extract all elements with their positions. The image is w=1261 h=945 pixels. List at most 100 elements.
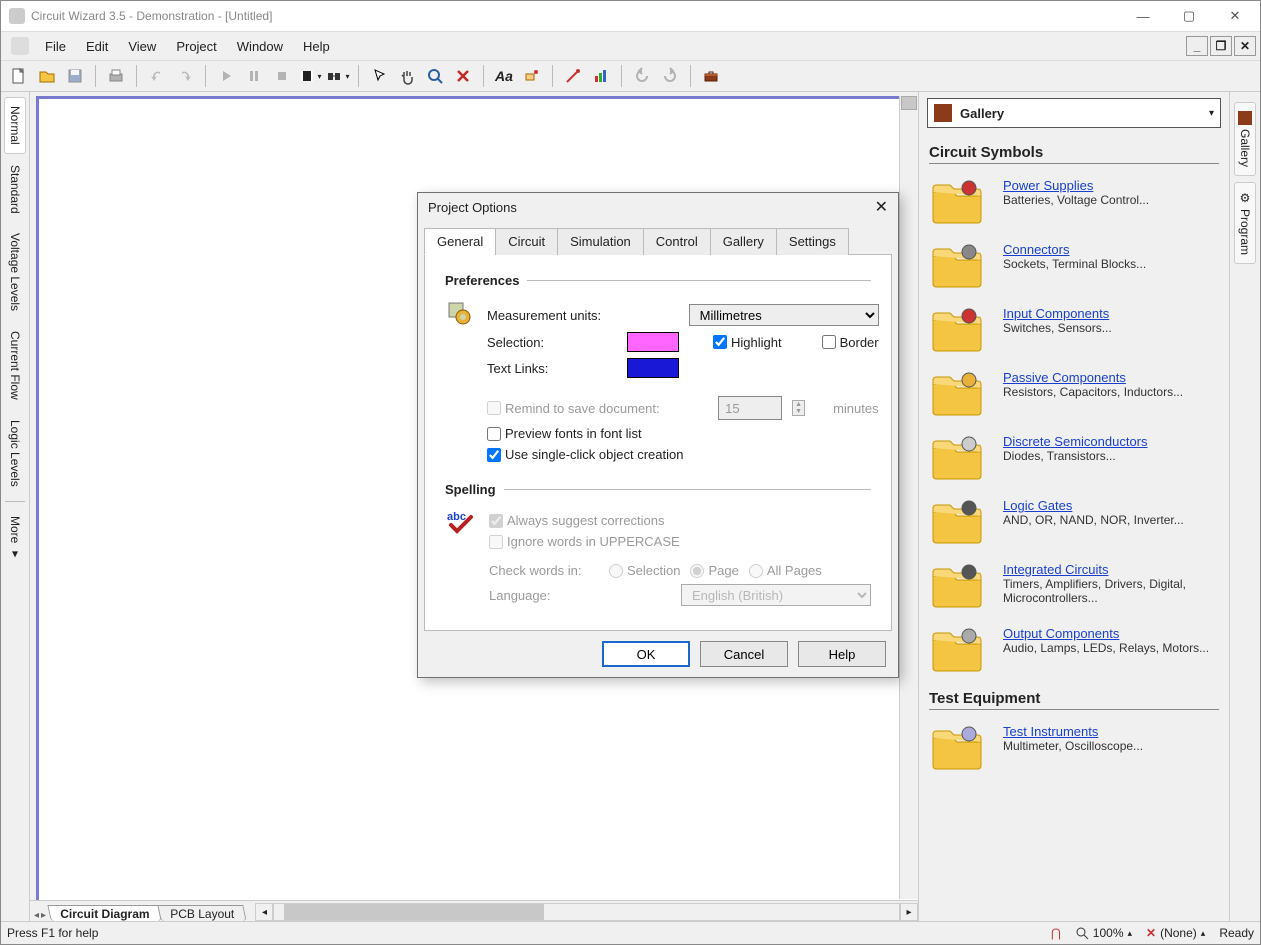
dlg-tab-control[interactable]: Control (643, 228, 711, 255)
open-icon[interactable] (35, 64, 59, 88)
gallery-header-label: Gallery (960, 106, 1201, 121)
toolbox-icon[interactable] (699, 64, 723, 88)
gallery-body[interactable]: Circuit SymbolsPower SuppliesBatteries, … (919, 132, 1229, 921)
status-zoom[interactable]: 100%▴ (1075, 926, 1132, 940)
dlg-tab-gallery[interactable]: Gallery (710, 228, 777, 255)
help-button[interactable]: Help (798, 641, 886, 667)
pan-hand-icon[interactable] (395, 64, 419, 88)
units-select[interactable]: Millimetres (689, 304, 879, 326)
preview-fonts-checkbox[interactable]: Preview fonts in font list (487, 426, 642, 441)
side-tab-program[interactable]: ⚙Program (1234, 182, 1256, 264)
border-checkbox[interactable]: Border (822, 335, 879, 350)
gallery-item[interactable]: Output ComponentsAudio, Lamps, LEDs, Rel… (929, 626, 1219, 672)
text-icon[interactable]: Aa (492, 64, 516, 88)
new-icon[interactable] (7, 64, 31, 88)
dlg-tab-settings[interactable]: Settings (776, 228, 849, 255)
zoom-icon[interactable] (423, 64, 447, 88)
chevron-down-icon[interactable]: ▾ (1209, 108, 1214, 119)
gallery-item[interactable]: Integrated CircuitsTimers, Amplifiers, D… (929, 562, 1219, 608)
menu-project[interactable]: Project (166, 35, 226, 58)
rotate-left-icon[interactable] (630, 64, 654, 88)
prefs-gear-icon (445, 298, 473, 328)
status-layer[interactable]: ✕(None)▴ (1146, 926, 1205, 940)
save-icon[interactable] (63, 64, 87, 88)
pointer-icon[interactable] (367, 64, 391, 88)
probe-icon[interactable] (561, 64, 585, 88)
gallery-item[interactable]: Passive ComponentsResistors, Capacitors,… (929, 370, 1219, 416)
menu-edit[interactable]: Edit (76, 35, 118, 58)
gallery-link[interactable]: Power Supplies (1003, 178, 1149, 193)
minimize-button[interactable]: — (1120, 1, 1166, 31)
view-tab-logic[interactable]: Logic Levels (4, 411, 26, 496)
spelling-check-icon: abc (445, 507, 475, 537)
gallery-link[interactable]: Passive Components (1003, 370, 1183, 385)
dlg-tab-simulation[interactable]: Simulation (557, 228, 644, 255)
play-icon[interactable] (214, 64, 238, 88)
gallery-link[interactable]: Output Components (1003, 626, 1209, 641)
gallery-item[interactable]: ConnectorsSockets, Terminal Blocks... (929, 242, 1219, 288)
sheet-nav-buttons[interactable]: ◂▸ (30, 910, 50, 921)
mdi-close-button[interactable]: ✕ (1234, 36, 1256, 56)
gallery-item[interactable]: Discrete SemiconductorsDiodes, Transisto… (929, 434, 1219, 480)
sheet-tab-circuit[interactable]: Circuit Diagram (47, 905, 162, 921)
label-icon[interactable] (520, 64, 544, 88)
gallery-link[interactable]: Input Components (1003, 306, 1112, 321)
undo-icon[interactable] (145, 64, 169, 88)
folder-icon (929, 724, 985, 770)
view-tab-standard[interactable]: Standard (4, 156, 26, 223)
gallery-link[interactable]: Logic Gates (1003, 498, 1184, 513)
view-tab-voltage[interactable]: Voltage Levels (4, 224, 26, 320)
rotate-right-icon[interactable] (658, 64, 682, 88)
menu-view[interactable]: View (118, 35, 166, 58)
titlebar: Circuit Wizard 3.5 - Demonstration - [Un… (1, 1, 1260, 31)
film-icon[interactable]: ▾ (298, 64, 322, 88)
menu-window[interactable]: Window (227, 35, 293, 58)
dlg-tab-circuit[interactable]: Circuit (495, 228, 558, 255)
toolbox-icon (1238, 111, 1252, 125)
window-close-button[interactable]: ✕ (1212, 1, 1258, 31)
pause-icon[interactable] (242, 64, 266, 88)
highlight-checkbox[interactable]: Highlight (713, 335, 782, 350)
gallery-link[interactable]: Discrete Semiconductors (1003, 434, 1148, 449)
menu-file[interactable]: File (35, 35, 76, 58)
gallery-desc: Timers, Amplifiers, Drivers, Digital, Mi… (1003, 577, 1219, 605)
gallery-header[interactable]: Gallery ▾ (927, 98, 1221, 128)
gallery-link[interactable]: Integrated Circuits (1003, 562, 1219, 577)
mdi-minimize-button[interactable]: _ (1186, 36, 1208, 56)
view-tab-more[interactable]: More (4, 507, 26, 570)
side-tab-gallery[interactable]: Gallery (1234, 102, 1256, 176)
menu-help[interactable]: Help (293, 35, 340, 58)
checkwords-label: Check words in: (489, 563, 599, 578)
vertical-scrollbar[interactable] (899, 96, 918, 899)
gallery-item[interactable]: Test InstrumentsMultimeter, Oscilloscope… (929, 724, 1219, 770)
horizontal-scrollbar[interactable]: ◂▸ (255, 903, 918, 921)
textlinks-color-swatch[interactable] (627, 358, 679, 378)
dialog-title: Project Options (428, 200, 517, 215)
sheet-tab-pcb[interactable]: PCB Layout (158, 905, 247, 921)
remind-checkbox: Remind to save document: (487, 401, 660, 416)
gallery-link[interactable]: Connectors (1003, 242, 1146, 257)
selection-color-swatch[interactable] (627, 332, 679, 352)
ok-button[interactable]: OK (602, 641, 690, 667)
mdi-restore-button[interactable]: ❐ (1210, 36, 1232, 56)
view-tab-current[interactable]: Current Flow (4, 322, 26, 409)
delete-icon[interactable] (451, 64, 475, 88)
dialog-close-icon[interactable]: ✕ (875, 197, 888, 217)
maximize-button[interactable]: ▢ (1166, 1, 1212, 31)
chart-icon[interactable] (589, 64, 613, 88)
timing-icon[interactable]: ▾ (326, 64, 350, 88)
view-tab-normal[interactable]: Normal (4, 97, 26, 154)
single-click-checkbox[interactable]: Use single-click object creation (487, 447, 683, 462)
dlg-tab-general[interactable]: General (424, 228, 496, 255)
selection-label: Selection: (487, 335, 617, 350)
units-label: Measurement units: (487, 308, 617, 323)
gallery-link[interactable]: Test Instruments (1003, 724, 1143, 739)
gallery-item[interactable]: Input ComponentsSwitches, Sensors... (929, 306, 1219, 352)
redo-icon[interactable] (173, 64, 197, 88)
gallery-item[interactable]: Logic GatesAND, OR, NAND, NOR, Inverter.… (929, 498, 1219, 544)
app-icon (9, 8, 25, 24)
cancel-button[interactable]: Cancel (700, 641, 788, 667)
stop-icon[interactable] (270, 64, 294, 88)
print-icon[interactable] (104, 64, 128, 88)
gallery-item[interactable]: Power SuppliesBatteries, Voltage Control… (929, 178, 1219, 224)
